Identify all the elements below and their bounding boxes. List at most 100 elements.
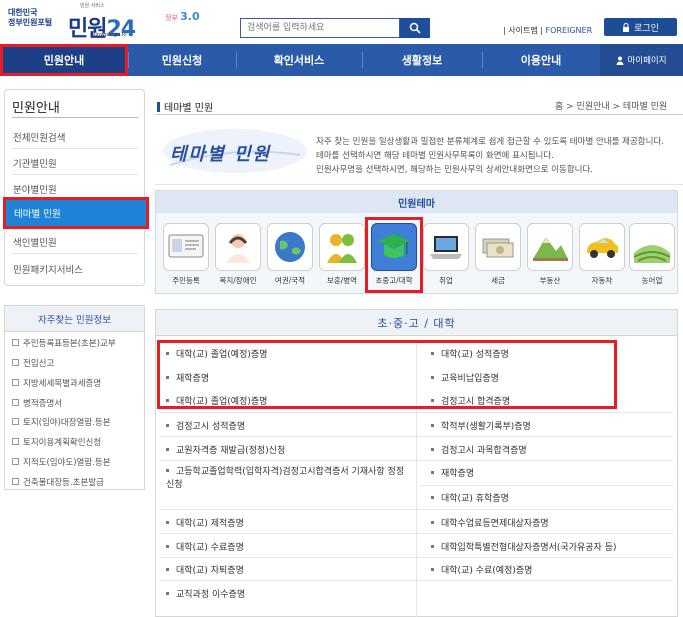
theme-education[interactable]: 초중고/대학 — [365, 217, 423, 293]
sidebar-item-all-search[interactable]: 전체민원검색 — [13, 130, 65, 144]
brand-url: minwon.go.kr — [90, 32, 128, 38]
sidebar-item-by-agency[interactable]: 기관별민원 — [13, 156, 57, 170]
hero-title: 테마별 민원 — [170, 144, 272, 165]
hero-desc-line: 자주 찾는 민원을 일상생활과 밀접한 분류체계로 쉽게 접근할 수 있도록 테… — [316, 137, 664, 147]
graduation-cap-icon — [371, 223, 417, 271]
frequent-item[interactable]: 토지이용계획확인신청 — [12, 436, 101, 448]
foreigner-link[interactable]: FOREIGNER — [545, 26, 592, 35]
theme-label: 자동차 — [591, 276, 613, 285]
theme-welfare[interactable]: 복지/장애인 — [212, 220, 264, 290]
frequent-item[interactable]: 지적도(임야도)열람.등본 — [12, 456, 111, 468]
search-input[interactable] — [240, 18, 400, 38]
theme-car[interactable]: 자동차 — [576, 220, 628, 290]
globe-icon — [267, 223, 313, 271]
main-nav: 민원안내 민원신청 확인서비스 생활정보 이용안내 마이페이지 — [0, 44, 683, 76]
car-icon — [579, 223, 625, 271]
minwon-item[interactable]: 학적부(생활기록부)증명 — [431, 419, 531, 432]
frequent-item[interactable]: 주민등록표등본(초본)교부 — [12, 337, 116, 349]
theme-label: 보훈/병역 — [326, 276, 358, 285]
minwon-list-header: 초·중·고 / 대학 — [156, 310, 677, 336]
minwon-item[interactable]: 고등학교졸업학력(입학자격)검정고시합격증서 기재사항 정정신청 — [166, 466, 406, 492]
divider — [160, 412, 673, 413]
lock-icon — [623, 22, 630, 32]
theme-label: 부동산 — [539, 276, 561, 285]
minwon24-logo[interactable]: 민원24 — [68, 11, 136, 43]
theme-label: 농어업 — [641, 276, 663, 285]
frequent-title: 자주찾는 민원정보 — [5, 306, 144, 332]
theme-real-estate[interactable]: 부동산 — [524, 220, 576, 290]
gov30-label: 정부 — [165, 14, 178, 22]
divider — [155, 114, 683, 115]
minwon-item[interactable]: 검정고시 과목합격증명 — [431, 443, 527, 456]
frequent-item[interactable]: 병적증명서 — [12, 397, 62, 409]
theme-label: 여권/국적 — [274, 276, 306, 285]
land-icon — [527, 223, 573, 271]
minwon-item[interactable]: 대학입학특별전형대상자증명서(국가유공자 등) — [431, 540, 617, 553]
minwon-item[interactable]: 대학수업료등면제대상자증명 — [431, 516, 549, 529]
divider — [155, 184, 683, 185]
divider — [12, 117, 138, 118]
divider — [160, 557, 673, 558]
nav-usage-guide[interactable]: 이용안내 — [482, 44, 600, 76]
theme-agriculture[interactable]: 농어업 — [626, 220, 678, 290]
welfare-icon — [215, 223, 261, 271]
minwon-item[interactable]: 검정고시 성적증명 — [166, 419, 245, 432]
theme-employment[interactable]: 취업 — [420, 220, 472, 290]
divider — [12, 174, 138, 175]
theme-military[interactable]: 보훈/병역 — [316, 220, 368, 290]
theme-label: 복지/장애인 — [219, 276, 257, 285]
breadcrumb: 홈 > 민원안내 > 테마별 민원 — [555, 102, 668, 112]
divider — [12, 253, 138, 254]
sidebar-title: 민원안내 — [12, 101, 60, 116]
hero-description: 자주 찾는 민원을 일상생활과 밀접한 분류체계로 쉽게 접근할 수 있도록 테… — [316, 135, 683, 177]
frequent-item[interactable]: 전입신고 — [12, 357, 54, 369]
divider — [160, 509, 673, 510]
minwon-item[interactable]: 교원자격증 재발급(정정)신청 — [166, 443, 285, 456]
id-card-icon — [163, 223, 209, 271]
search-icon — [409, 22, 421, 34]
nav-life-info[interactable]: 생활정보 — [362, 44, 482, 76]
login-button[interactable]: 로그인 — [604, 18, 677, 36]
sitemap-link[interactable]: 사이트맵 — [508, 26, 537, 35]
minwon-item[interactable]: 대학(교) 제적증명 — [166, 516, 244, 529]
minwon-item[interactable]: 교직과정 이수증명 — [166, 587, 245, 600]
theme-label: 초중고/대학 — [375, 276, 413, 285]
sidebar-item-by-theme[interactable]: 테마별 민원 — [3, 197, 149, 229]
frequent-item[interactable]: 지방세세목별과세증명 — [12, 377, 101, 389]
frequent-item[interactable]: 토지(임야)대장열람.등본 — [12, 416, 111, 428]
minwon-item[interactable]: 대학(교) 휴학증명 — [431, 491, 509, 504]
login-label: 로그인 — [634, 23, 659, 34]
hero-desc-line: 테마를 선택하시면 해당 테마별 민원사무목록이 화면에 표시됩니다. — [316, 151, 554, 161]
brand-name: 민원 — [68, 17, 107, 42]
frequent-item[interactable]: 건축물대장등.초본발급 — [12, 476, 104, 488]
theme-passport[interactable]: 여권/국적 — [264, 220, 316, 290]
search-button[interactable] — [400, 18, 430, 38]
gov30-logo: 정부 3.0 — [165, 10, 200, 23]
mypage-label: 마이페이지 — [627, 56, 667, 66]
theme-tax[interactable]: 세금 — [472, 220, 524, 290]
divider — [420, 485, 673, 486]
sidebar-item-by-field[interactable]: 분야별민원 — [13, 182, 57, 196]
minwon-item[interactable]: 대학(교) 수료(예정)증명 — [431, 563, 532, 576]
nav-minwon-guide[interactable]: 민원안내 — [0, 44, 128, 76]
sidebar-item-package[interactable]: 민원패키지서비스 — [13, 262, 83, 276]
minwon-item[interactable]: 대학(교) 수료증명 — [166, 540, 244, 553]
minwon-item[interactable]: 대학(교) 자퇴증명 — [166, 563, 244, 576]
money-icon — [475, 223, 521, 271]
divider — [160, 580, 673, 581]
theme-resident-registration[interactable]: 주민등록 — [160, 220, 212, 290]
gov30-number: 3.0 — [180, 10, 200, 23]
user-icon — [616, 56, 624, 65]
gov-logo[interactable]: 대한민국 정부민원포털 — [8, 8, 64, 28]
nav-minwon-apply[interactable]: 민원신청 — [128, 44, 236, 76]
sidebar-item-by-index[interactable]: 색인별민원 — [13, 235, 57, 249]
farm-icon — [629, 223, 675, 271]
page-title: 테마별 민원 — [157, 99, 213, 114]
brand-tagline: 민원 서비스 — [80, 3, 105, 9]
minwon-item[interactable]: 재학증명 — [431, 466, 474, 479]
people-icon — [319, 223, 365, 271]
divider — [12, 148, 138, 149]
nav-check-service[interactable]: 확인서비스 — [236, 44, 362, 76]
theme-label: 취업 — [439, 276, 453, 285]
mypage-button[interactable]: 마이페이지 — [600, 44, 683, 76]
